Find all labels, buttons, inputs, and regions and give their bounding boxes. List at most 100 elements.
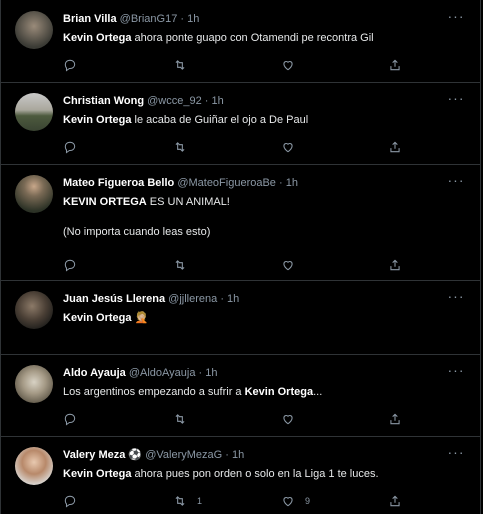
more-dots-icon[interactable]: ···	[446, 289, 466, 307]
retweet-button[interactable]	[173, 139, 187, 155]
retweet-button[interactable]	[173, 257, 187, 273]
author-handle[interactable]: @MateoFigueroaBe	[177, 177, 276, 189]
tweet[interactable]: Valery Meza ⚽ @ValeryMezaG · 1h ··· Kevi…	[1, 436, 480, 514]
avatar[interactable]	[15, 365, 53, 403]
author-handle[interactable]: @wcce_92	[147, 95, 202, 107]
reply-icon	[64, 141, 76, 154]
like-button[interactable]	[281, 57, 295, 73]
more-dots-icon[interactable]: ···	[446, 173, 466, 191]
author-name[interactable]: Valery Meza ⚽	[63, 449, 142, 461]
mention: Kevin Ortega	[63, 32, 132, 44]
timestamp[interactable]: 1h	[286, 177, 298, 189]
reply-button[interactable]	[63, 257, 77, 273]
tweet[interactable]: Mateo Figueroa Bello @MateoFigueroaBe · …	[1, 164, 480, 281]
separator: ·	[204, 95, 209, 107]
tweet[interactable]: Aldo Ayauja @AldoAyauja · 1h ··· Los arg…	[1, 354, 480, 437]
share-button[interactable]	[388, 139, 402, 155]
timestamp[interactable]: 1h	[227, 293, 239, 305]
mention: Kevin Ortega	[63, 114, 132, 126]
more-dots-icon[interactable]: ···	[446, 91, 466, 109]
tweet-text: KEVIN ORTEGA ES UN ANIMAL!	[63, 195, 466, 210]
retweet-icon	[175, 60, 185, 70]
tweet-text: Los argentinos empezando a sufrir a Kevi…	[63, 385, 466, 400]
like-button[interactable]	[281, 411, 295, 427]
share-icon	[390, 259, 400, 271]
author-handle[interactable]: @AldoAyauja	[129, 367, 196, 379]
like-count: 9	[305, 496, 311, 506]
avatar[interactable]	[15, 175, 53, 213]
share-button[interactable]	[388, 57, 402, 73]
more-dots-icon[interactable]: ···	[446, 363, 466, 381]
mention: Kevin Ortega	[63, 312, 132, 324]
tweet-text-body: Los argentinos empezando a sufrir a	[63, 386, 245, 398]
more-dots-icon[interactable]: ···	[446, 9, 466, 27]
tweet-text-body: 🤦🏼	[131, 312, 149, 324]
like-button[interactable]: 9	[281, 493, 310, 509]
retweet-icon	[175, 142, 185, 152]
reply-button[interactable]	[63, 411, 77, 427]
avatar[interactable]	[15, 93, 53, 131]
retweet-button[interactable]	[173, 57, 187, 73]
share-icon	[390, 495, 400, 507]
mention: Kevin Ortega	[63, 468, 132, 480]
like-button[interactable]	[281, 257, 295, 273]
retweet-count: 1	[197, 496, 203, 506]
tweet-feed: Brian Villa @BrianG17 · 1h ··· Kevin Ort…	[0, 0, 481, 514]
reply-button[interactable]	[63, 493, 77, 509]
author-name[interactable]: Brian Villa	[63, 13, 117, 25]
avatar[interactable]	[15, 291, 53, 329]
share-button[interactable]	[388, 257, 402, 273]
more-dots-icon[interactable]: ···	[446, 445, 466, 463]
tweet[interactable]: Christian Wong @wcce_92 · 1h ··· Kevin O…	[1, 82, 480, 165]
reply-icon	[64, 259, 76, 272]
tweet-text: Kevin Ortega ahora ponte guapo con Otame…	[63, 31, 466, 46]
reply-button[interactable]	[63, 57, 77, 73]
timestamp[interactable]: 1h	[187, 13, 199, 25]
retweet-icon	[175, 414, 185, 424]
separator: ·	[225, 449, 229, 461]
reply-icon	[64, 413, 76, 426]
tweet-text: Kevin Ortega 🤦🏼	[63, 311, 466, 326]
mention: KEVIN ORTEGA	[63, 196, 147, 208]
author-name[interactable]: Mateo Figueroa Bello	[63, 177, 174, 189]
separator: ·	[198, 367, 203, 379]
author-name[interactable]: Juan Jesús Llerena	[63, 293, 165, 305]
like-button[interactable]	[281, 139, 295, 155]
avatar[interactable]	[15, 11, 53, 49]
author-handle[interactable]: @BrianG17	[120, 13, 178, 25]
timestamp[interactable]: 1h	[212, 95, 224, 107]
reply-button[interactable]	[63, 139, 77, 155]
separator: ·	[180, 13, 185, 25]
timestamp[interactable]: 1h	[232, 449, 244, 461]
tweet-text-body: ahora pues pon orden o solo en la Liga 1…	[131, 468, 379, 480]
share-button[interactable]	[388, 493, 402, 509]
author-handle[interactable]: @ValeryMezaG	[145, 449, 222, 461]
share-icon	[390, 141, 400, 153]
tweet[interactable]: Juan Jesús Llerena @jjllerena · 1h ··· K…	[1, 280, 480, 355]
retweet-icon	[175, 496, 185, 506]
tweet-text: Kevin Ortega le acaba de Guiñar el ojo a…	[63, 113, 466, 128]
like-icon	[283, 497, 293, 507]
separator: ·	[220, 293, 224, 305]
tweet-text-line: (No importa cuando leas esto)	[63, 226, 211, 238]
share-button[interactable]	[388, 411, 402, 427]
like-icon	[283, 261, 293, 271]
separator: ·	[278, 177, 283, 189]
retweet-button[interactable]	[173, 411, 187, 427]
author-name[interactable]: Aldo Ayauja	[63, 367, 126, 379]
author-handle[interactable]: @jjllerena	[168, 293, 217, 305]
retweet-icon	[175, 260, 185, 270]
tweet[interactable]: Brian Villa @BrianG17 · 1h ··· Kevin Ort…	[1, 0, 480, 83]
tweet-text: Kevin Ortega ahora pues pon orden o solo…	[63, 467, 466, 482]
author-name[interactable]: Christian Wong	[63, 95, 144, 107]
tweet-text-body: ...	[313, 386, 323, 398]
share-icon	[390, 413, 400, 425]
share-icon	[390, 59, 400, 71]
timestamp[interactable]: 1h	[205, 367, 217, 379]
like-icon	[283, 415, 293, 425]
retweet-button[interactable]: 1	[173, 493, 202, 509]
reply-icon	[64, 495, 76, 508]
tweet-text-body: le acaba de Guiñar el ojo a De Paul	[131, 114, 309, 126]
like-icon	[283, 143, 293, 153]
avatar[interactable]	[15, 447, 53, 485]
